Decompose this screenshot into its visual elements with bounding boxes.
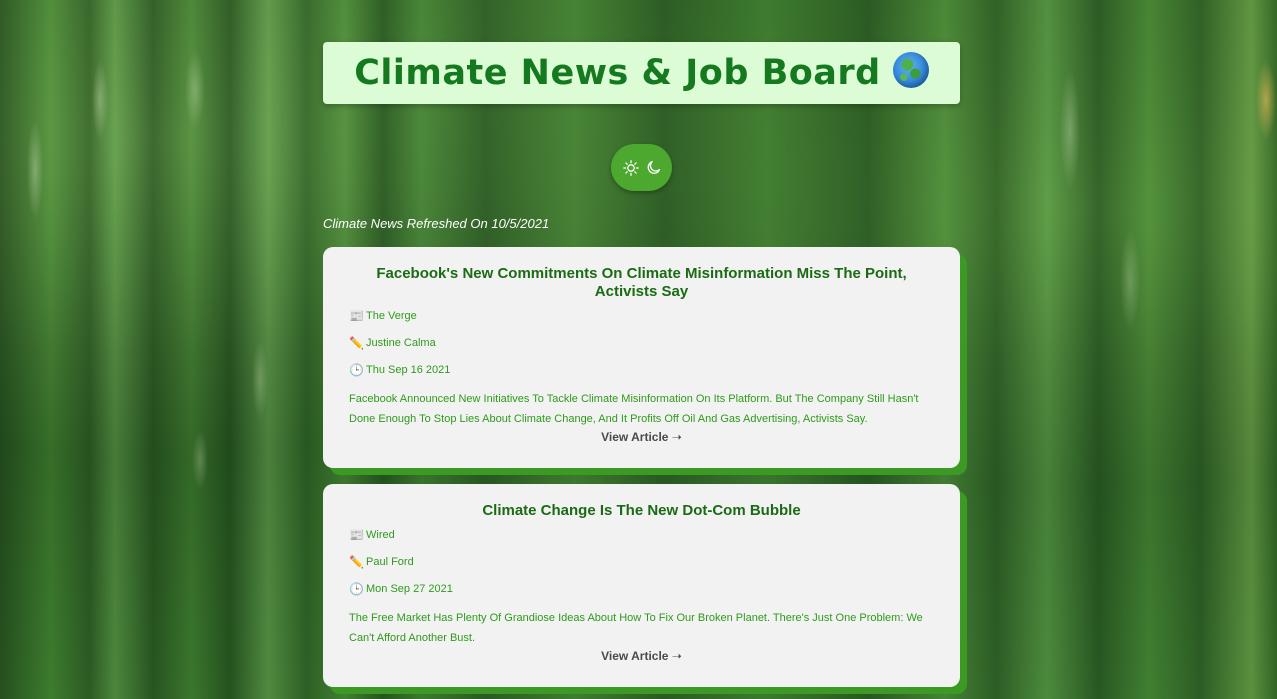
page-title: Climate News & Job Board: [354, 53, 881, 93]
article-date-label: Mon Sep 27 2021: [366, 583, 453, 595]
article-source: 📰 Wired: [349, 528, 934, 555]
article-date: 🕒 Thu Sep 16 2021: [349, 363, 934, 390]
article-title: Facebook's New Commitments On Climate Mi…: [376, 265, 907, 300]
article-card: Facebook's New Commitments On Climate Mi…: [323, 247, 960, 468]
article-source-label: Wired: [366, 529, 395, 541]
moon-icon: [647, 160, 660, 174]
article-author-label: Justine Calma: [366, 337, 436, 349]
view-article-link[interactable]: View Article ➝: [349, 649, 934, 663]
theme-toggle-button[interactable]: [611, 144, 672, 191]
pencil-icon: ✏️: [349, 336, 364, 350]
article-title: Climate Change Is The New Dot-Com Bubble: [482, 502, 801, 519]
article-author: ✏️ Justine Calma: [349, 336, 934, 363]
article-description: Facebook Announced New Initiatives To Ta…: [349, 393, 919, 425]
article-date: 🕒 Mon Sep 27 2021: [349, 582, 934, 609]
newspaper-icon: 📰: [349, 309, 364, 323]
article-source-label: The Verge: [366, 310, 417, 322]
article-date-label: Thu Sep 16 2021: [366, 364, 451, 376]
article-description: The Free Market Has Plenty Of Grandiose …: [349, 612, 923, 644]
pencil-icon: ✏️: [349, 555, 364, 569]
sun-icon: [622, 159, 639, 176]
news-refresh-timestamp: Climate News Refreshed On 10/5/2021: [323, 216, 550, 231]
article-source: 📰 The Verge: [349, 309, 934, 336]
header-banner: Climate News & Job Board: [323, 42, 960, 104]
newspaper-icon: 📰: [349, 528, 364, 542]
clock-icon: 🕒: [349, 582, 364, 596]
globe-asia-icon: [892, 52, 929, 88]
view-article-link[interactable]: View Article ➝: [349, 430, 934, 444]
article-card: Climate Change Is The New Dot-Com Bubble…: [323, 484, 960, 687]
clock-icon: 🕒: [349, 363, 364, 377]
article-author: ✏️ Paul Ford: [349, 555, 934, 582]
article-author-label: Paul Ford: [366, 556, 414, 568]
